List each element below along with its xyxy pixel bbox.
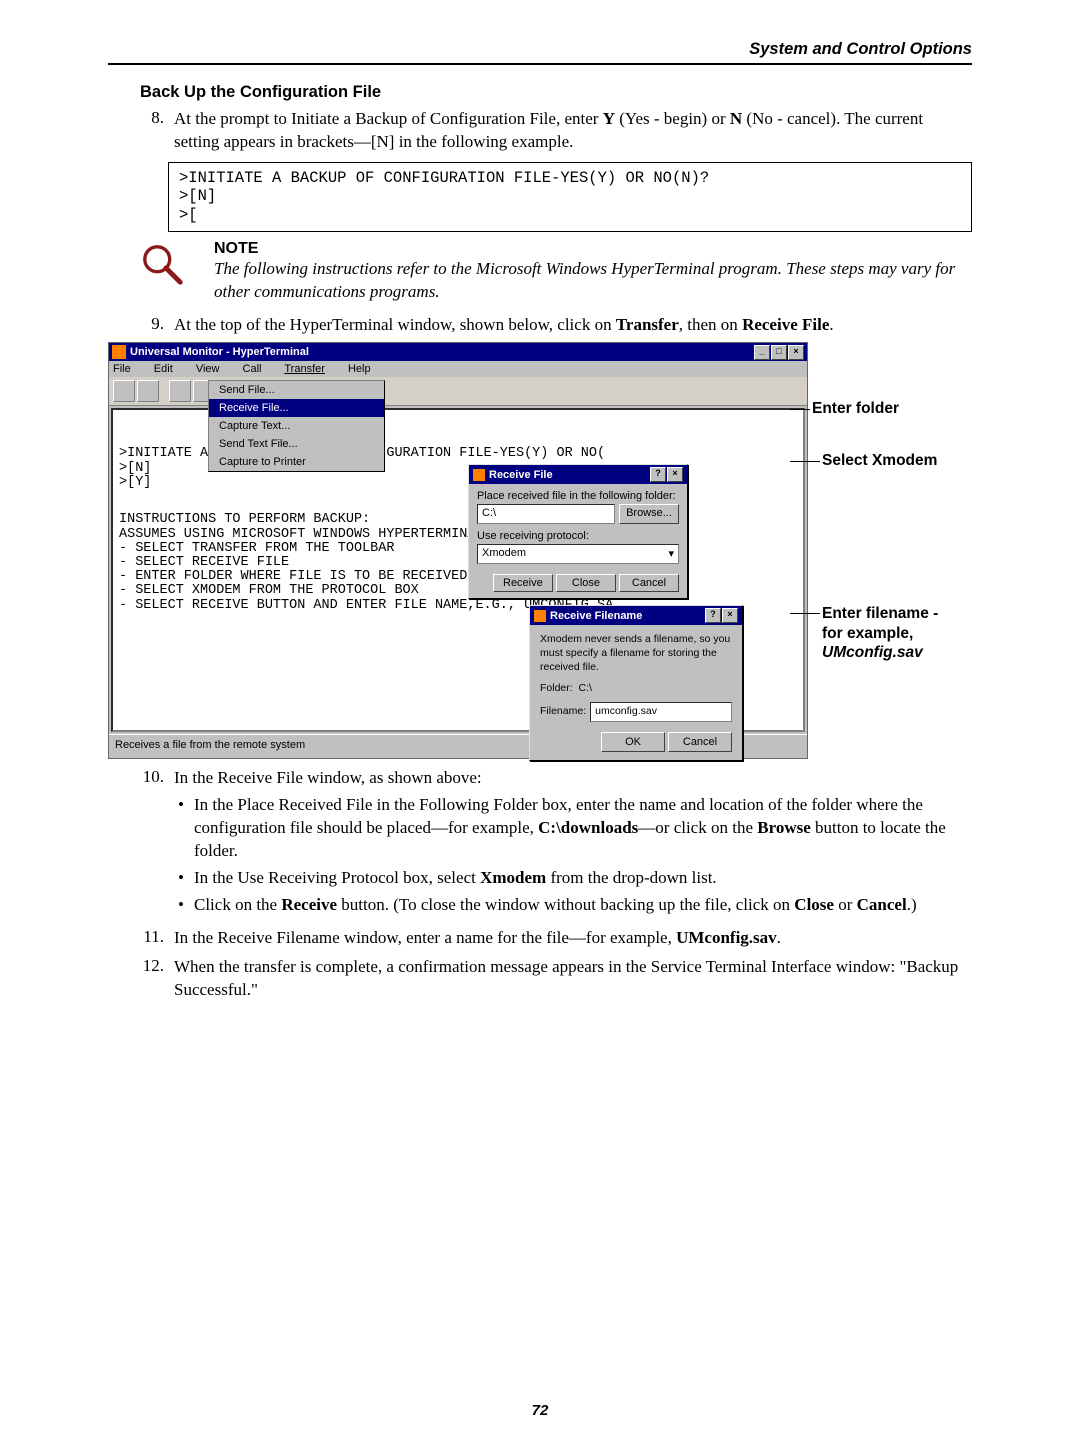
receive-button[interactable]: Receive bbox=[493, 574, 553, 592]
menu-item-receive-file[interactable]: Receive File... bbox=[209, 399, 384, 417]
window-titlebar: Universal Monitor - HyperTerminal _ □ × bbox=[109, 343, 807, 361]
dialog-icon bbox=[473, 469, 485, 481]
page-number: 72 bbox=[108, 1402, 972, 1449]
minimize-icon[interactable]: _ bbox=[754, 345, 770, 360]
note-block: NOTE The following instructions refer to… bbox=[140, 240, 972, 304]
menu-item-send-text-file[interactable]: Send Text File... bbox=[209, 435, 384, 453]
receive-file-dialog: Receive File ?× Place received file in t… bbox=[468, 464, 688, 599]
menu-view[interactable]: View bbox=[196, 363, 230, 375]
section-title: Back Up the Configuration File bbox=[140, 83, 972, 102]
filename-input[interactable]: umconfig.sav bbox=[590, 702, 732, 722]
step-9: 9. At the top of the HyperTerminal windo… bbox=[108, 314, 972, 337]
browse-button[interactable]: Browse... bbox=[619, 504, 679, 524]
app-icon bbox=[112, 345, 126, 359]
dialog-icon bbox=[534, 610, 546, 622]
page-header: System and Control Options bbox=[108, 40, 972, 65]
menubar: File Edit View Call Transfer Help bbox=[109, 361, 807, 377]
magnifier-icon bbox=[140, 240, 214, 304]
folder-input[interactable]: C:\ bbox=[477, 504, 615, 524]
callout-labels: Enter folder Select Xmodem Enter filenam… bbox=[808, 342, 972, 759]
help-icon[interactable]: ? bbox=[650, 467, 666, 482]
step-11: 11. In the Receive Filename window, ente… bbox=[108, 927, 972, 950]
code-example: >INITIATE A BACKUP OF CONFIGURATION FILE… bbox=[168, 162, 972, 232]
receive-filename-dialog: Receive Filename ?× Xmodem never sends a… bbox=[529, 605, 743, 761]
menu-help[interactable]: Help bbox=[348, 363, 381, 375]
protocol-select[interactable]: Xmodem▾ bbox=[477, 544, 679, 564]
menu-item-send-file[interactable]: Send File... bbox=[209, 381, 384, 399]
chevron-down-icon[interactable]: ▾ bbox=[668, 547, 674, 561]
cancel-button[interactable]: Cancel bbox=[668, 732, 732, 752]
step-12: 12. When the transfer is complete, a con… bbox=[108, 956, 972, 1002]
maximize-icon[interactable]: □ bbox=[771, 345, 787, 360]
close-icon[interactable]: × bbox=[667, 467, 683, 482]
menu-edit[interactable]: Edit bbox=[154, 363, 183, 375]
close-icon[interactable]: × bbox=[788, 345, 804, 360]
close-button[interactable]: Close bbox=[556, 574, 616, 592]
step-8: 8. At the prompt to Initiate a Backup of… bbox=[108, 108, 972, 154]
menu-call[interactable]: Call bbox=[243, 363, 272, 375]
step-10: 10. In the Receive File window, as shown… bbox=[108, 767, 972, 921]
tool-button[interactable] bbox=[113, 380, 135, 402]
transfer-dropdown: Send File... Receive File... Capture Tex… bbox=[208, 380, 385, 472]
tool-button[interactable] bbox=[137, 380, 159, 402]
ok-button[interactable]: OK bbox=[601, 732, 665, 752]
help-icon[interactable]: ? bbox=[705, 608, 721, 623]
hyperterminal-screenshot: Universal Monitor - HyperTerminal _ □ × … bbox=[108, 342, 808, 759]
menu-item-capture-printer[interactable]: Capture to Printer bbox=[209, 453, 384, 471]
menu-file[interactable]: File bbox=[113, 363, 141, 375]
menu-transfer[interactable]: Transfer bbox=[284, 363, 335, 375]
tool-button[interactable] bbox=[169, 380, 191, 402]
menu-item-capture-text[interactable]: Capture Text... bbox=[209, 417, 384, 435]
close-icon[interactable]: × bbox=[722, 608, 738, 623]
cancel-button[interactable]: Cancel bbox=[619, 574, 679, 592]
